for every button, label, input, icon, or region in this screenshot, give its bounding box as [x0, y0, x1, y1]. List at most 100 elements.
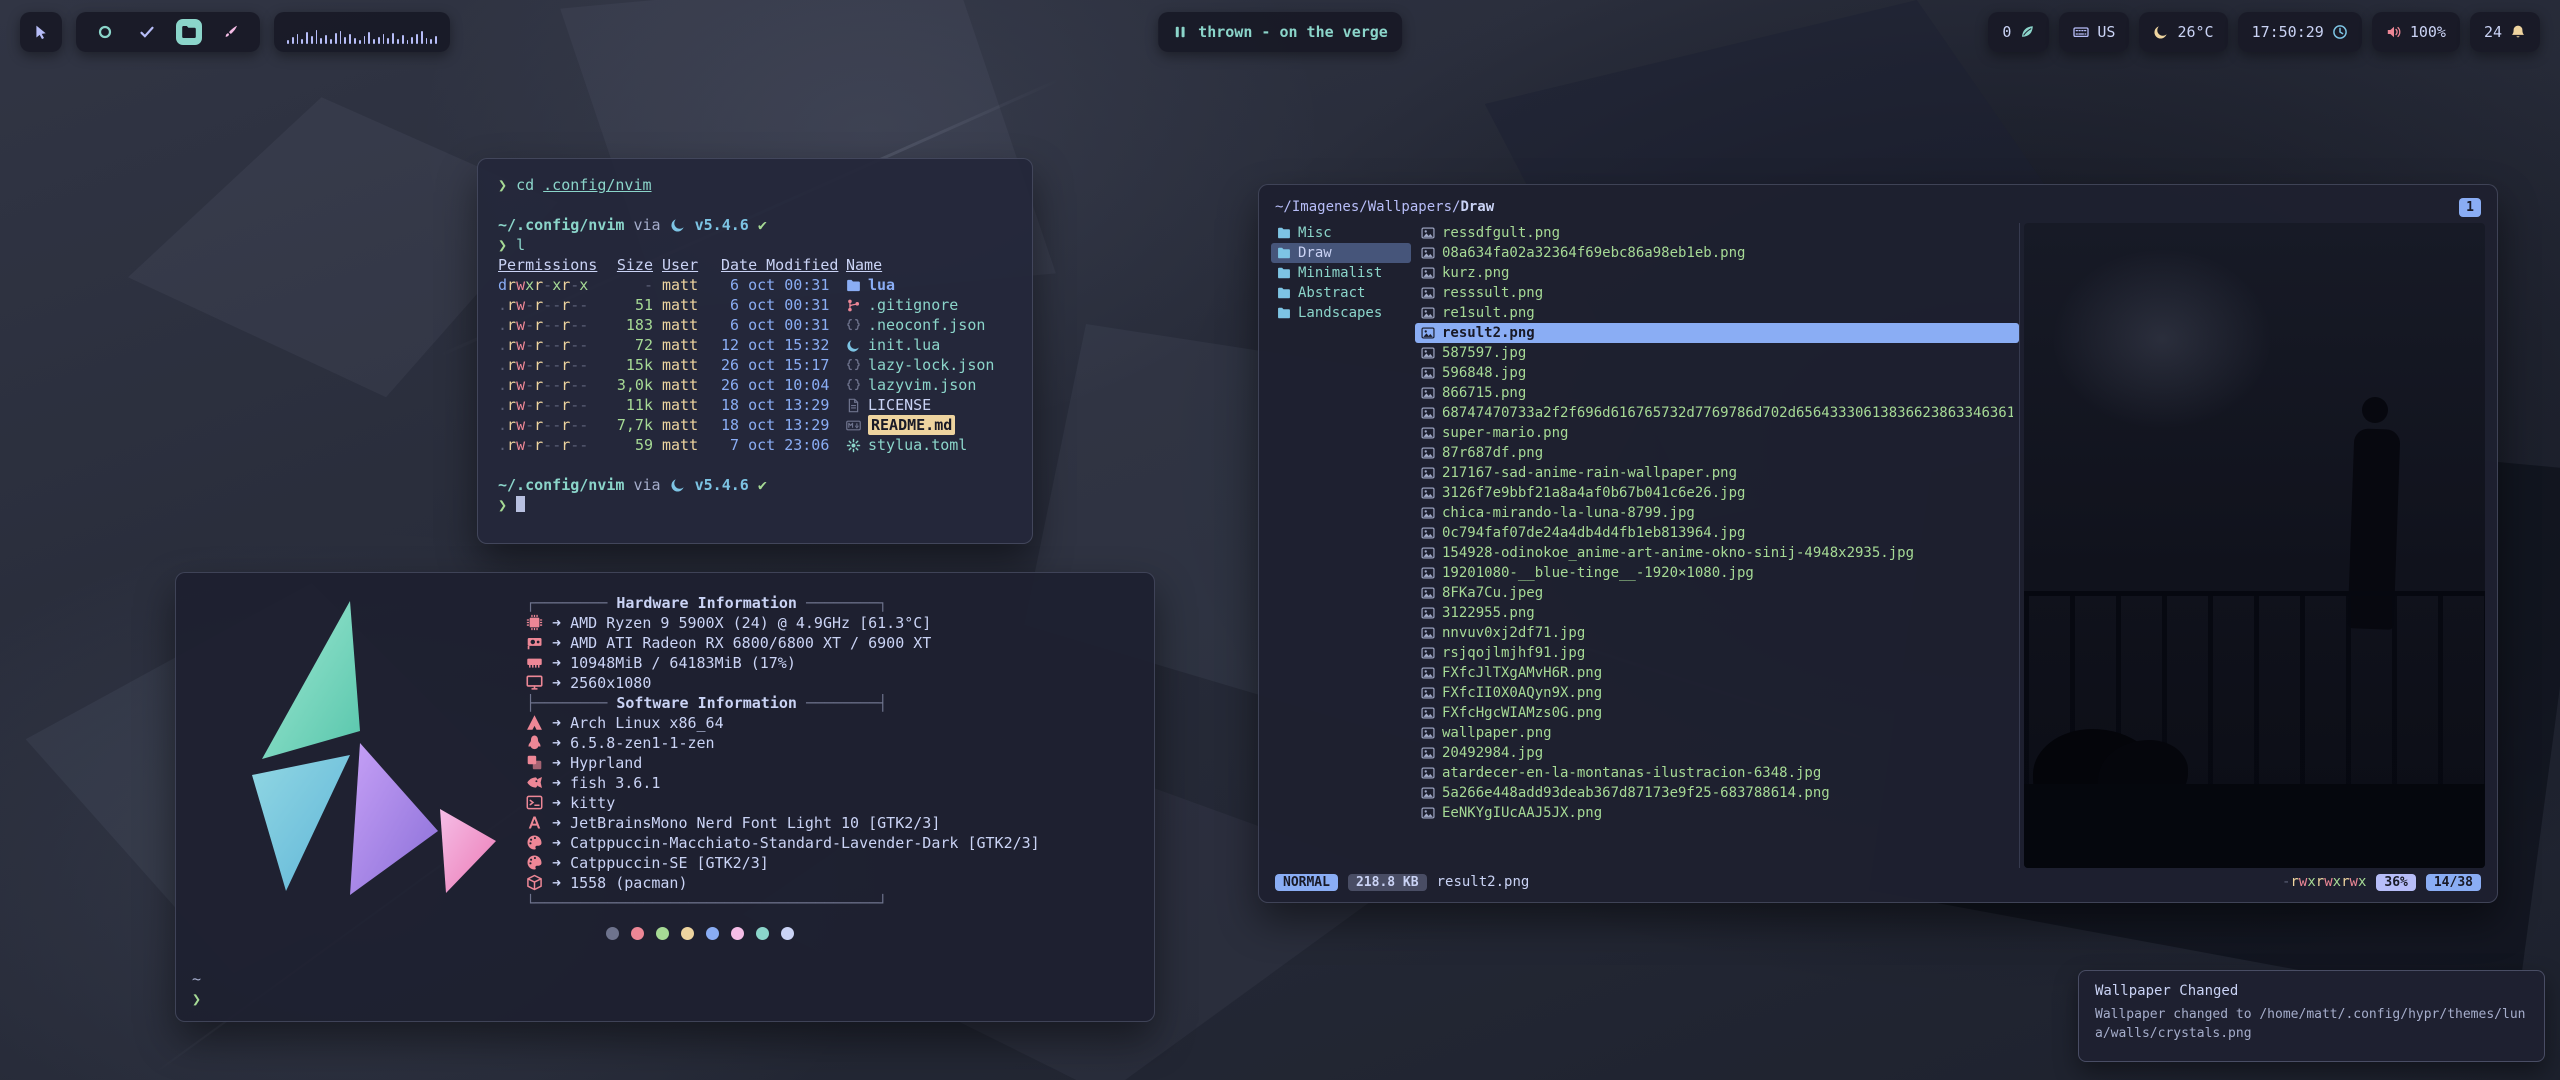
preview-figure — [2362, 397, 2388, 423]
music-widget[interactable]: thrown - on the verge — [1158, 12, 1402, 52]
file-item[interactable]: 20492984.jpg — [1415, 743, 2019, 763]
file-item[interactable]: resssult.png — [1415, 283, 2019, 303]
launcher-button[interactable] — [20, 12, 62, 52]
file-name-cell: stylua.toml — [846, 435, 1012, 455]
terminal-line — [498, 455, 1012, 475]
file-item[interactable]: atardecer-en-la-montanas-ilustracion-634… — [1415, 763, 2019, 783]
folder-item-abstract[interactable]: Abstract — [1271, 283, 1411, 303]
status-pill-weather[interactable]: 26°C — [2139, 12, 2227, 52]
image-file-icon — [1421, 666, 1435, 680]
notification-popup[interactable]: Wallpaper Changed Wallpaper changed to /… — [2078, 970, 2545, 1062]
folder-item-landscapes[interactable]: Landscapes — [1271, 303, 1411, 323]
file-item[interactable]: 0c794faf07de24a4db4d4fb1eb813964.jpg — [1415, 523, 2019, 543]
fetch-section-title: Software Information — [616, 694, 797, 712]
file-manager-header: ~/Imagenes/Wallpapers/Draw 1 — [1271, 195, 2485, 219]
terminal-window-fetch[interactable]: ┌──────── Hardware Information ────────┐… — [175, 572, 1155, 1022]
file-size: 183 — [607, 315, 653, 335]
file-name: 68747470733a2f2f696d616765732d7769786d70… — [1442, 403, 2013, 423]
file-item[interactable]: ressdfgult.png — [1415, 223, 2019, 243]
image-file-icon — [1421, 246, 1435, 260]
file-item[interactable]: nnvuv0xj2df71.jpg — [1415, 623, 2019, 643]
status-pill-updates[interactable]: 0 — [1988, 12, 2049, 52]
file-item[interactable]: re1sult.png — [1415, 303, 2019, 323]
status-pill-keyboard-layout[interactable]: US — [2059, 12, 2129, 52]
status-pill-volume[interactable]: 100% — [2372, 12, 2460, 52]
file-name: 3126f7e9bbf21a8a4af0b67b041c6e26.jpg — [1442, 483, 1745, 503]
image-file-icon — [1421, 446, 1435, 460]
fetch-value: Catppuccin-SE [GTK2/3] — [570, 854, 769, 872]
file-name: 217167-sad-anime-rain-wallpaper.png — [1442, 463, 1737, 483]
file-item[interactable]: 3126f7e9bbf21a8a4af0b67b041c6e26.jpg — [1415, 483, 2019, 503]
filetype-icon — [846, 338, 861, 353]
palette-dot — [706, 927, 719, 940]
fetch-palette-icon — [526, 854, 543, 871]
image-file-icon — [1421, 786, 1435, 800]
fetch-section-title: Hardware Information — [616, 594, 797, 612]
workspace-button-1[interactable] — [92, 19, 118, 45]
file-name: rsjqojlmjhf91.jpg — [1442, 643, 1585, 663]
file-item[interactable]: rsjqojlmjhf91.jpg — [1415, 643, 2019, 663]
filetype-icon — [846, 378, 861, 393]
file-name: ressdfgult.png — [1442, 223, 1560, 243]
file-item[interactable]: wallpaper.png — [1415, 723, 2019, 743]
file-size: 3,0k — [607, 375, 653, 395]
file-item[interactable]: 19201080-__blue-tinge__-1920×1080.jpg — [1415, 563, 2019, 583]
tab-badge[interactable]: 1 — [2459, 198, 2481, 217]
folder-item-misc[interactable]: Misc — [1271, 223, 1411, 243]
file-item[interactable]: 3122955.png — [1415, 603, 2019, 623]
prompt-symbol: ❯ — [498, 496, 516, 514]
visualizer-bar — [416, 34, 418, 44]
file-date: 26 oct 10:04 — [721, 375, 837, 395]
file-item[interactable]: FXfcII0X0AQyn9X.png — [1415, 683, 2019, 703]
file-item[interactable]: FXfcJlTXgAMvH6R.png — [1415, 663, 2019, 683]
file-item[interactable]: kurz.png — [1415, 263, 2019, 283]
file-item[interactable]: 596848.jpg — [1415, 363, 2019, 383]
status-pill-clock[interactable]: 17:50:29 — [2238, 12, 2362, 52]
workspace-button-4[interactable] — [218, 19, 244, 45]
file-item[interactable]: 217167-sad-anime-rain-wallpaper.png — [1415, 463, 2019, 483]
file-item[interactable]: chica-mirando-la-luna-8799.jpg — [1415, 503, 2019, 523]
file-item[interactable]: super-mario.png — [1415, 423, 2019, 443]
filetype-icon — [846, 398, 861, 413]
file-item[interactable]: 68747470733a2f2f696d616765732d7769786d70… — [1415, 403, 2019, 423]
file-name-cell: lazyvim.json — [846, 375, 1012, 395]
image-file-icon — [1421, 346, 1435, 360]
file-item[interactable]: 8FKa7Cu.jpeg — [1415, 583, 2019, 603]
file-item[interactable]: result2.png — [1415, 323, 2019, 343]
folder-icon — [1277, 246, 1291, 260]
file-item[interactable]: 587597.jpg — [1415, 343, 2019, 363]
fetch-kernel-icon — [526, 734, 543, 751]
file-item[interactable]: EeNKYgIUcAAJ5JX.png — [1415, 803, 2019, 823]
file-item[interactable]: 08a634fa02a32364f69ebc86a98eb1eb.png — [1415, 243, 2019, 263]
terminal-window-nvim[interactable]: ❯ cd .config/nvim~/.config/nvim via v5.4… — [477, 158, 1033, 544]
terminal-nvim-content: ❯ cd .config/nvim~/.config/nvim via v5.4… — [498, 175, 1012, 515]
image-file-icon — [1421, 606, 1435, 620]
listing-header-cell: Date Modified — [721, 255, 837, 275]
workspace-button-3[interactable] — [176, 19, 202, 45]
folder-item-minimalist[interactable]: Minimalist — [1271, 263, 1411, 283]
fm-folder-list: MiscDrawMinimalistAbstractLandscapes — [1271, 223, 1411, 868]
workspace-4-icon — [223, 24, 239, 40]
fetch-prompt: ~❯ — [192, 969, 201, 1009]
file-item[interactable]: FXfcHgcWIAMzs0G.png — [1415, 703, 2019, 723]
color-palette — [606, 923, 1040, 943]
status-pill-notifications[interactable]: 24 — [2470, 12, 2540, 52]
file-name: 587597.jpg — [1442, 343, 1526, 363]
file-item[interactable]: 87r687df.png — [1415, 443, 2019, 463]
file-name: re1sult.png — [1442, 303, 1535, 323]
fetch-value: Hyprland — [570, 754, 642, 772]
folder-item-draw[interactable]: Draw — [1271, 243, 1411, 263]
file-manager-window[interactable]: ~/Imagenes/Wallpapers/Draw 1 MiscDrawMin… — [1258, 184, 2498, 903]
file-item[interactable]: 866715.png — [1415, 383, 2019, 403]
file-listing-row: .rw-r--r--59matt 7 oct 23:06stylua.toml — [498, 435, 1012, 455]
lua-icon — [670, 217, 686, 233]
file-item[interactable]: 154928-odinokoe_anime-art-anime-okno-sin… — [1415, 543, 2019, 563]
workspace-button-2[interactable] — [134, 19, 160, 45]
image-file-icon — [1421, 546, 1435, 560]
file-name: 87r687df.png — [1442, 443, 1543, 463]
file-size: 15k — [607, 355, 653, 375]
status-pills: 0US26°C 17:50:29100%24 — [1988, 12, 2540, 52]
file-item[interactable]: 5a266e448add93deab367d87173e9f25-6837886… — [1415, 783, 2019, 803]
file-name-cell: README.md — [846, 415, 1012, 435]
audio-visualizer[interactable] — [274, 12, 450, 52]
